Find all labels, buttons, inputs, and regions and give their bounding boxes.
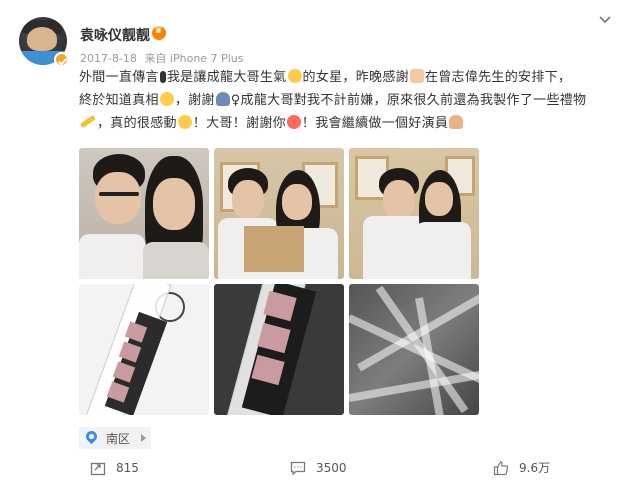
post-source: 来自 iPhone 7 Plus [144,52,244,65]
heart-eyes-icon [286,115,301,129]
username[interactable]: 袁咏仪靓靓 [80,25,150,45]
like-count: 9.6万 [519,461,551,475]
flexed-biceps-icon [449,115,464,129]
chevron-down-icon[interactable] [599,14,611,26]
photo-5-film-closeup[interactable] [214,284,344,415]
pin-icon [159,71,166,83]
photo-2-gift[interactable] [214,148,344,279]
woman-bowing-icon [215,92,230,106]
chevron-right-icon [141,434,146,442]
photo-1-selfie[interactable] [79,148,209,279]
action-bar: 815 3500 9.6万 [0,455,635,483]
touched-face-icon [177,115,192,129]
photo-4-film-ruler[interactable] [79,284,209,415]
photo-6-rulers[interactable] [349,284,479,415]
comment-count: 3500 [316,461,347,475]
comment-icon [290,461,306,476]
repost-count: 815 [116,461,139,475]
repost-icon [90,462,106,476]
pray-icon [409,69,424,83]
thumbs-up-icon [493,461,509,476]
location-tag[interactable]: 南区 [79,427,151,449]
sad-face-icon [287,69,302,83]
location-label: 南区 [106,432,131,446]
pencil-icon [80,114,96,129]
sad-face-icon [159,92,174,106]
location-pin-icon [83,428,100,445]
post-date[interactable]: 2017-8-18 [80,52,137,65]
photo-3-together[interactable] [349,148,479,279]
post-text: 外間一直傳言 我是讓成龍大哥生氣 的女星，昨晚感謝 在曾志偉先生的安排下， 終於知道真… [79,69,587,131]
member-crown-icon[interactable] [152,25,166,40]
post-meta: 2017-8-18 来自 iPhone 7 Plus [80,50,247,66]
verified-badge-icon [54,52,69,67]
weibo-post-card: 袁咏仪靓靓 2017-8-18 来自 iPhone 7 Plus 外間一直傳言我… [0,0,635,486]
